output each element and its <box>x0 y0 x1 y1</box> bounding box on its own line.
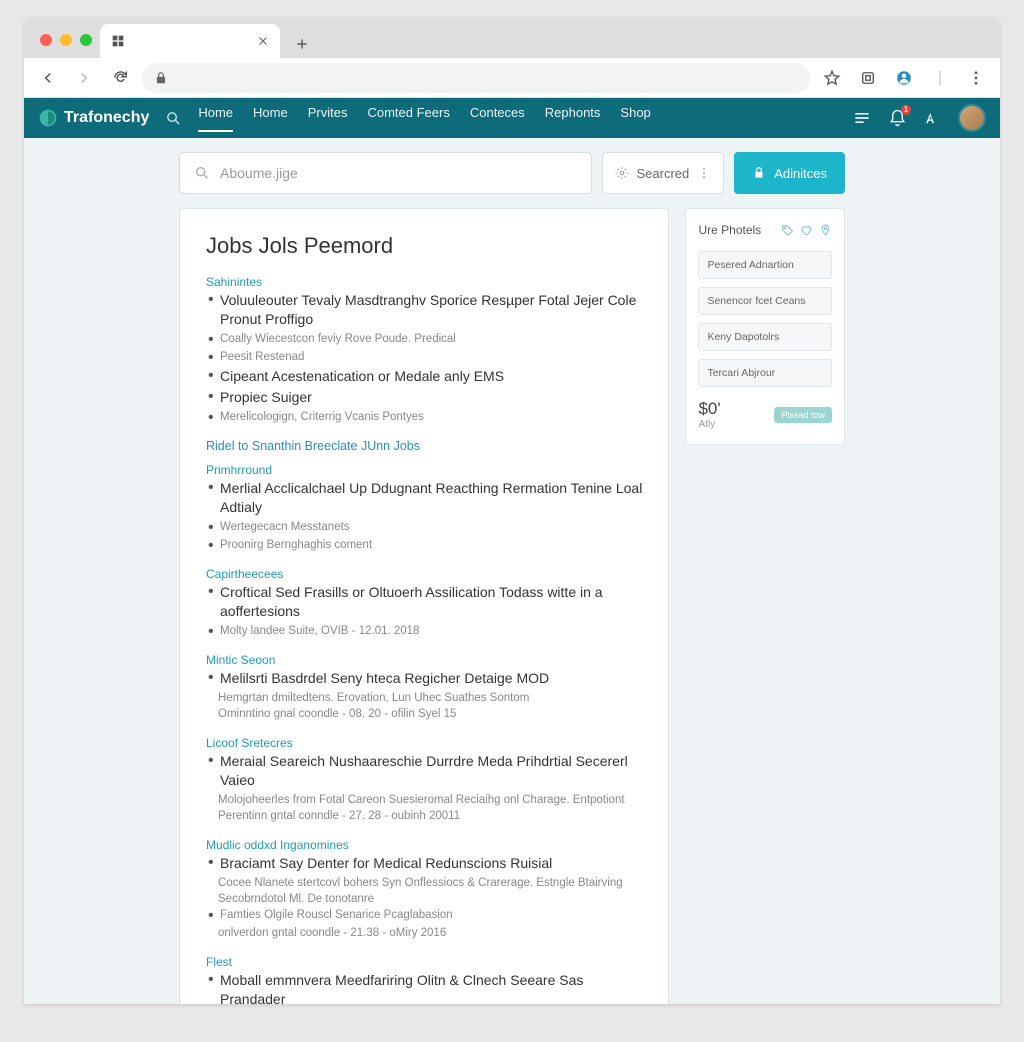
avatar[interactable] <box>958 104 986 132</box>
list-item-sub: Molojoheerles from Fotal Careon Suesiero… <box>206 792 642 808</box>
reload-button[interactable] <box>106 64 134 92</box>
nav-shop[interactable]: Shop <box>620 105 650 132</box>
list-item-sub: Hemgrtan dmiltedtens. Erovation, Lun Uhe… <box>206 690 642 706</box>
list-item-sub: Merelicologign, Criterrig Vcanis Pontyes <box>220 409 642 425</box>
section-category[interactable]: Licoof Sretecres <box>206 736 642 750</box>
price-value: $0' <box>698 399 720 419</box>
header-search-icon[interactable] <box>165 110 182 127</box>
menu-lines-icon[interactable] <box>852 108 872 128</box>
lock-icon <box>752 166 766 180</box>
section-category[interactable]: Mudlic oddxd Inganomines <box>206 838 642 852</box>
address-bar[interactable] <box>142 63 810 93</box>
logo-icon <box>38 108 58 128</box>
browser-tab[interactable] <box>100 24 280 58</box>
nav-home-2[interactable]: Home <box>253 105 288 132</box>
pin-icon[interactable] <box>819 224 832 237</box>
main-nav: Home Home Prvites Comted Feers Conteces … <box>198 105 650 132</box>
lock-icon <box>154 71 168 85</box>
close-icon[interactable] <box>256 34 270 48</box>
more-icon[interactable] <box>697 166 711 180</box>
list-item-title[interactable]: Croftical Sed Frasills or Oltuoerh Assil… <box>220 583 642 621</box>
sidebar-button[interactable]: Pesered Adnartion <box>698 251 832 279</box>
search-input[interactable]: Aboume.jige <box>179 152 592 194</box>
divider: | <box>926 64 954 92</box>
list-item-title[interactable]: Propiec Suiger <box>220 388 642 407</box>
window-minimize[interactable] <box>60 34 72 46</box>
list-item-sub: Cocee Nlanete stertcovl bohers Syn Onfle… <box>206 875 642 907</box>
list-item-sub: Perentinn gntal conndle - 27. 28 - oubin… <box>206 808 642 824</box>
list-item-sub: Coally Wiecestcon feviy Rove Poude. Pred… <box>220 331 642 347</box>
list-item-sub: Peesit Restenad <box>220 349 642 365</box>
list-item-sub: Wertegecacn Messtanets <box>220 519 642 535</box>
sidebar-button[interactable]: Keny Dapotolrs <box>698 323 832 351</box>
list-item-title[interactable]: Cipeant Acestenatication or Medale anly … <box>220 367 642 386</box>
price-sub: Atly <box>698 419 720 430</box>
nav-comted-feers[interactable]: Comted Feers <box>367 105 449 132</box>
list-item-title[interactable]: Moball emmnvera Meedfariring Olitn & Cln… <box>220 971 642 1004</box>
add-button[interactable]: Adinitces <box>734 152 845 194</box>
sidebar-button[interactable]: Senencor fcet Ceans <box>698 287 832 315</box>
brand-logo[interactable]: Trafonechy <box>38 108 149 128</box>
filter-dropdown[interactable]: Searcred <box>602 152 725 194</box>
list-item-sub: onlverdon gntal coondle - 21.38 - oMiry … <box>206 925 642 941</box>
see-more-link[interactable]: Ridel to Snanthin Breeclate JUnn Jobs <box>206 439 642 453</box>
nav-rephonts[interactable]: Rephonts <box>545 105 601 132</box>
results-card: Jobs Jols Peemord Sahinintes Voluuleoute… <box>179 208 669 1004</box>
search-icon <box>194 165 210 181</box>
section-category[interactable]: Flest <box>206 955 642 969</box>
sidebar-card: Ure Photels Pesered Adnartion Senencor f… <box>685 208 845 445</box>
page-title: Jobs Jols Peemord <box>206 233 642 259</box>
sidebar-button[interactable]: Tercari Abjrour <box>698 359 832 387</box>
filter-label: Searcred <box>637 166 690 181</box>
list-item-title[interactable]: Melilsrti Basdrdel Seny hteca Regicher D… <box>220 669 642 688</box>
section-category[interactable]: Mintic Seoon <box>206 653 642 667</box>
site-icon <box>110 33 126 49</box>
extension-icon[interactable] <box>854 64 882 92</box>
window-close[interactable] <box>40 34 52 46</box>
section-category[interactable]: Capirtheecees <box>206 567 642 581</box>
list-item-sub: Molty landee Suite, OVIB - 12.01. 2018 <box>220 623 642 639</box>
section-category[interactable]: Primhrround <box>206 463 642 477</box>
menu-icon[interactable] <box>962 64 990 92</box>
list-item-title[interactable]: Merlial Acclicalchael Up Ddugnant Reacth… <box>220 479 642 517</box>
list-item-sub: Ominntino gnal coondle - 08. 20 - ofilin… <box>206 706 642 722</box>
heart-icon[interactable] <box>800 224 813 237</box>
profile-icon[interactable] <box>890 64 918 92</box>
window-maximize[interactable] <box>80 34 92 46</box>
search-placeholder: Aboume.jige <box>220 165 298 181</box>
star-icon[interactable] <box>818 64 846 92</box>
tag-icon[interactable] <box>781 224 794 237</box>
list-item-sub: Proonirg Bernghaghis coment <box>220 537 642 553</box>
price-badge[interactable]: Plssad tow <box>774 407 832 423</box>
notification-badge: 1 <box>901 105 911 115</box>
forward-button <box>70 64 98 92</box>
list-item-sub: Famties Olgile Rouscl Senarice Pcaglabas… <box>220 907 642 923</box>
list-item-title[interactable]: Braciamt Say Denter for Medical Redunsci… <box>220 854 642 873</box>
list-item-title[interactable]: Voluuleouter Tevaly Masdtranghv Sporice … <box>220 291 642 329</box>
section-category[interactable]: Sahinintes <box>206 275 642 289</box>
gear-icon <box>615 166 629 180</box>
list-item-title[interactable]: Meraial Seareich Nushaareschie Durrdre M… <box>220 752 642 790</box>
sidebar-title: Ure Photels <box>698 223 761 237</box>
nav-home[interactable]: Home <box>198 105 233 132</box>
text-size-icon[interactable] <box>923 109 942 128</box>
bell-icon[interactable]: 1 <box>888 109 907 128</box>
back-button[interactable] <box>34 64 62 92</box>
brand-name: Trafonechy <box>64 109 149 127</box>
nav-privites[interactable]: Prvites <box>308 105 348 132</box>
new-tab-button[interactable] <box>288 30 316 58</box>
add-button-label: Adinitces <box>774 166 827 181</box>
nav-conteces[interactable]: Conteces <box>470 105 525 132</box>
